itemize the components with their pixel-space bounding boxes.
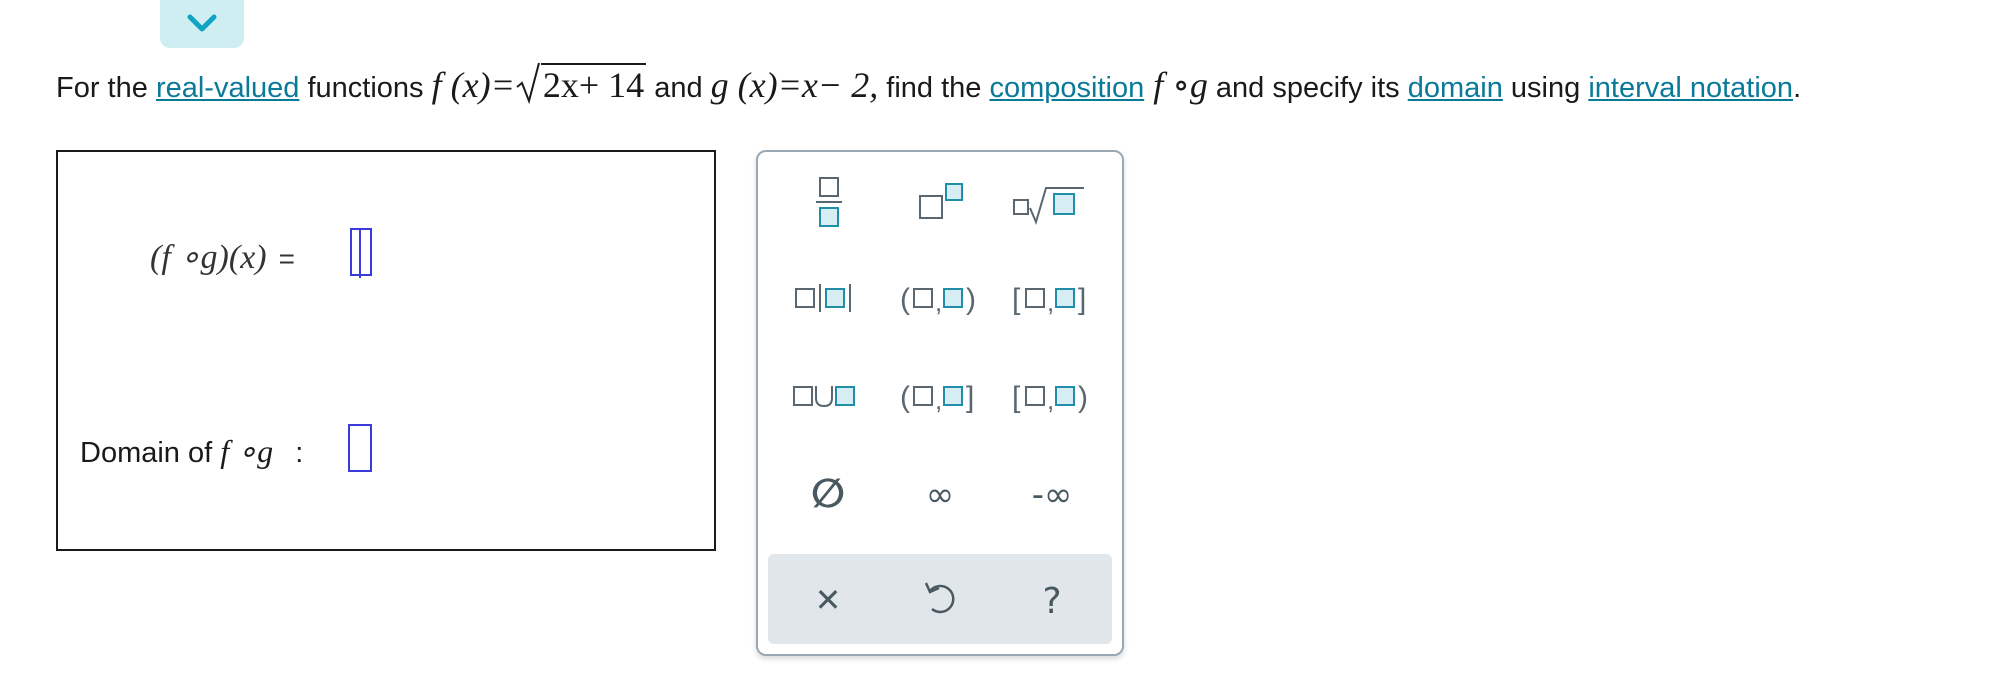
- link-real-valued[interactable]: real-valued: [156, 72, 299, 104]
- svg-text:∅: ∅: [811, 471, 845, 517]
- domain-label: Domain of: [80, 437, 221, 469]
- g-definition: g (x)=x− 2,: [710, 65, 879, 105]
- union-icon: [793, 386, 855, 408]
- empty-set-icon: ∅: [811, 471, 845, 517]
- question-text-part: .: [1793, 72, 1802, 104]
- svg-text:(: (: [900, 283, 910, 316]
- composition-row: (f ∘g)(x) =: [150, 228, 295, 288]
- svg-text:✕: ✕: [815, 581, 842, 619]
- question-text-part: and: [646, 72, 711, 104]
- svg-text:∞: ∞: [926, 475, 954, 515]
- clear-button[interactable]: ✕: [780, 559, 876, 639]
- absolute-value-button[interactable]: [780, 258, 876, 338]
- equals-sign: =: [278, 243, 295, 274]
- chevron-down-icon: [187, 14, 217, 32]
- svg-text:]: ]: [1078, 283, 1086, 316]
- open-interval-icon: ( , ): [900, 283, 976, 317]
- right-open-interval-button[interactable]: [ , ): [1004, 356, 1100, 436]
- superscript-button[interactable]: [892, 162, 988, 242]
- open-interval-button[interactable]: ( , ): [892, 258, 988, 338]
- composition-symbol: f ∘g: [1144, 65, 1208, 105]
- empty-set-button[interactable]: ∅: [780, 454, 876, 534]
- domain-input[interactable]: [348, 424, 372, 472]
- undo-icon: [924, 582, 955, 614]
- svg-text:[: [: [1012, 381, 1021, 414]
- svg-text:]: ]: [966, 381, 974, 414]
- palette-footer: ✕ ?: [768, 554, 1112, 644]
- union-button[interactable]: [780, 356, 876, 436]
- question-text-part: functions: [299, 72, 432, 104]
- sqrt-expression: 2x+ 14: [515, 60, 647, 113]
- superscript-icon: [919, 183, 963, 219]
- question-text-part: and specify its: [1207, 72, 1408, 104]
- question-text-part: For the: [56, 72, 156, 104]
- right-open-interval-icon: [ , ): [1012, 381, 1088, 415]
- close-icon: ✕: [815, 581, 842, 619]
- link-domain[interactable]: domain: [1408, 72, 1503, 104]
- composition-input[interactable]: [350, 228, 372, 278]
- svg-text:): ): [966, 283, 976, 316]
- svg-text:,: ,: [1047, 385, 1054, 415]
- svg-text:,: ,: [1047, 287, 1054, 317]
- colon: :: [295, 437, 304, 469]
- nth-root-button[interactable]: [1004, 162, 1100, 242]
- help-button[interactable]: ?: [1004, 559, 1100, 639]
- negative-infinity-button[interactable]: -∞: [1004, 454, 1100, 534]
- domain-row: Domain of f ∘g :: [80, 426, 303, 476]
- question-text-part: using: [1502, 72, 1589, 104]
- svg-text:): ): [1078, 381, 1088, 414]
- infinity-icon: ∞: [926, 475, 954, 515]
- absolute-value-icon: [795, 284, 851, 312]
- undo-button[interactable]: [892, 559, 988, 639]
- svg-text:,: ,: [935, 385, 942, 415]
- svg-text:[: [: [1012, 283, 1021, 316]
- composition-label: (f ∘g)(x): [150, 239, 267, 276]
- svg-text:-∞: -∞: [1032, 475, 1073, 515]
- fraction-button[interactable]: [780, 162, 876, 242]
- svg-text:(: (: [900, 381, 910, 414]
- math-palette: ( , ) [ , ] ( , ] [,) ∅ ∞ -∞ ✕ ?: [756, 150, 1124, 656]
- text-cursor: [359, 228, 361, 278]
- answer-box: (f ∘g)(x) = Domain of f ∘g :: [56, 150, 716, 551]
- left-open-interval-icon: ( , ]: [900, 381, 974, 415]
- fraction-icon: [816, 177, 842, 227]
- f-definition: f (x)=: [431, 65, 515, 105]
- nth-root-icon: [1013, 187, 1084, 225]
- left-open-interval-button[interactable]: ( , ]: [892, 356, 988, 436]
- closed-interval-button[interactable]: [ , ]: [1004, 258, 1100, 338]
- collapse-button[interactable]: [160, 0, 244, 48]
- svg-text:?: ?: [1042, 581, 1061, 622]
- link-interval-notation[interactable]: interval notation: [1588, 72, 1793, 104]
- negative-infinity-icon: -∞: [1032, 475, 1073, 515]
- radical-sign-icon: [516, 62, 540, 105]
- svg-text:,: ,: [935, 287, 942, 317]
- question-text-part: find the: [878, 72, 990, 104]
- help-icon: ?: [1042, 581, 1061, 622]
- closed-interval-icon: [ , ]: [1012, 283, 1086, 317]
- domain-label-math: f ∘g: [220, 433, 274, 469]
- question-text: For the real-valued functions f (x)= 2x+ …: [56, 60, 1991, 110]
- f-radicand: 2x+ 14: [540, 63, 647, 105]
- link-composition[interactable]: composition: [989, 72, 1144, 104]
- infinity-button[interactable]: ∞: [892, 454, 988, 534]
